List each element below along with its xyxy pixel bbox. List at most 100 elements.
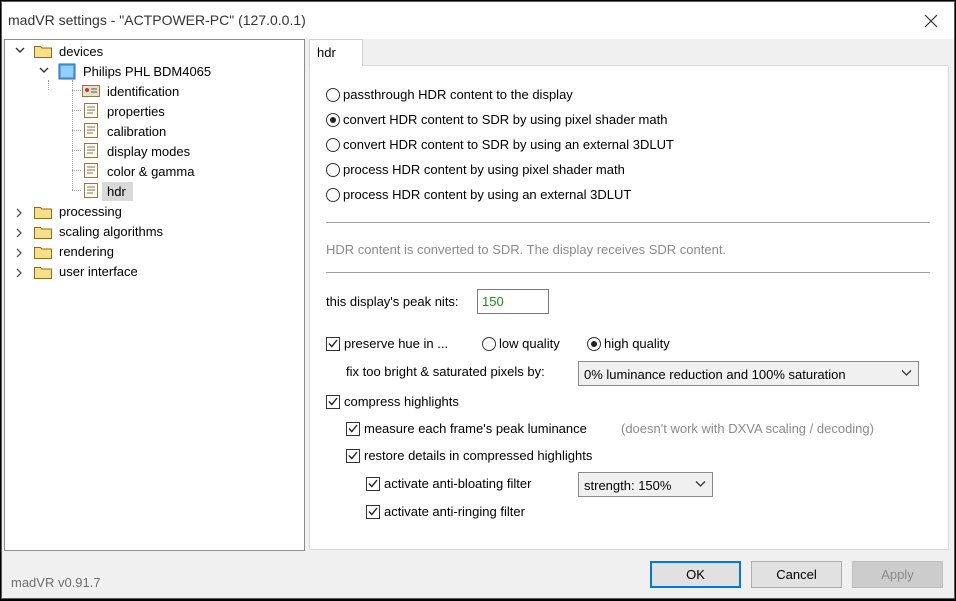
restore-details-label: restore details in compressed highlights [364, 448, 593, 463]
anti-bloating-check[interactable] [366, 476, 380, 491]
folder-icon [34, 46, 52, 58]
separator [326, 222, 930, 223]
preserve-hue-check[interactable] [326, 336, 340, 351]
document-icon [84, 163, 98, 178]
radio-high-quality-indicator[interactable] [587, 336, 601, 351]
radio-convert-shader-indicator[interactable] [326, 112, 340, 127]
anti-bloating-label: activate anti-bloating filter [384, 476, 532, 491]
close-button[interactable] [908, 2, 954, 39]
radio-process-shader[interactable]: process HDR content by using pixel shade… [326, 162, 625, 177]
fix-bright-label: fix too bright & saturated pixels by: [346, 364, 545, 379]
anti-ringing-check[interactable] [366, 504, 380, 519]
checkmark-icon [328, 397, 338, 406]
radio-passthrough-label: passthrough HDR content to the display [343, 87, 573, 102]
tree-item-calibration[interactable]: calibration [104, 122, 169, 141]
compress-highlights-checkbox[interactable]: compress highlights [326, 394, 459, 409]
fix-bright-value: 0% luminance reduction and 100% saturati… [584, 367, 846, 382]
rendering-expander[interactable] [14, 247, 25, 258]
tree-item-rendering[interactable]: rendering [56, 242, 117, 261]
version-label: madVR v0.91.7 [11, 575, 101, 590]
display-expander[interactable] [38, 65, 49, 76]
cancel-button[interactable]: Cancel [751, 561, 842, 588]
anti-ringing-label: activate anti-ringing filter [384, 504, 525, 519]
tab-hdr[interactable]: hdr [309, 39, 363, 66]
ok-button[interactable]: OK [650, 561, 741, 588]
chevron-down-icon [695, 481, 706, 487]
document-icon [84, 123, 98, 138]
checkmark-icon [328, 339, 338, 348]
measure-peak-check[interactable] [346, 421, 360, 436]
measure-peak-label: measure each frame's peak luminance [364, 421, 587, 436]
strength-dropdown[interactable]: strength: 150% [578, 472, 713, 497]
chevron-down-icon [901, 370, 912, 376]
restore-details-checkbox[interactable]: restore details in compressed highlights [346, 448, 592, 463]
radio-passthrough-indicator[interactable] [326, 87, 340, 102]
tree-item-hdr[interactable]: hdr [102, 182, 133, 201]
radio-process-shader-indicator[interactable] [326, 162, 340, 177]
radio-process-3dlut[interactable]: process HDR content by using an external… [326, 187, 631, 202]
tree-item-scaling-algorithms[interactable]: scaling algorithms [56, 222, 166, 241]
tree-item-display[interactable]: Philips PHL BDM4065 [80, 62, 214, 81]
radio-convert-shader-label: convert HDR content to SDR by using pixe… [343, 112, 668, 127]
checkmark-icon [368, 507, 378, 516]
settings-tree: devices Philips PHL BDM4065 identificati… [4, 39, 305, 551]
tree-item-devices[interactable]: devices [56, 42, 106, 61]
window-title: madVR settings - "ACTPOWER-PC" (127.0.0.… [8, 12, 306, 28]
peak-nits-label: this display's peak nits: [326, 294, 459, 309]
chevron-right-icon [16, 228, 22, 237]
radio-passthrough[interactable]: passthrough HDR content to the display [326, 87, 573, 102]
checkmark-icon [348, 451, 358, 460]
radio-convert-3dlut-label: convert HDR content to SDR by using an e… [343, 137, 674, 152]
radio-convert-3dlut-indicator[interactable] [326, 137, 340, 152]
radio-convert-3dlut[interactable]: convert HDR content to SDR by using an e… [326, 137, 674, 152]
radio-process-3dlut-label: process HDR content by using an external… [343, 187, 632, 202]
compress-highlights-label: compress highlights [344, 394, 459, 409]
processing-expander[interactable] [14, 207, 25, 218]
document-icon [84, 183, 98, 198]
radio-low-quality-label: low quality [499, 336, 560, 351]
tree-item-processing[interactable]: processing [56, 202, 125, 221]
fix-bright-dropdown[interactable]: 0% luminance reduction and 100% saturati… [578, 361, 919, 386]
anti-bloating-checkbox[interactable]: activate anti-bloating filter [366, 476, 531, 491]
compress-highlights-check[interactable] [326, 394, 340, 409]
chevron-right-icon [16, 248, 22, 257]
radio-process-3dlut-indicator[interactable] [326, 187, 340, 202]
title-bar: madVR settings - "ACTPOWER-PC" (127.0.0.… [2, 2, 954, 39]
chevron-down-icon [15, 47, 24, 53]
radio-low-quality[interactable]: low quality [482, 336, 560, 351]
measure-peak-note: (doesn't work with DXVA scaling / decodi… [621, 421, 874, 436]
strength-value: strength: 150% [584, 478, 672, 493]
peak-nits-input[interactable]: 150 [477, 289, 549, 314]
radio-process-shader-label: process HDR content by using pixel shade… [343, 162, 625, 177]
folder-icon [34, 267, 52, 279]
identification-icon [82, 85, 100, 97]
monitor-icon [58, 63, 76, 80]
preserve-hue-label: preserve hue in ... [344, 336, 449, 351]
folder-icon [34, 227, 52, 239]
settings-window: madVR settings - "ACTPOWER-PC" (127.0.0.… [1, 1, 955, 599]
tree-item-properties[interactable]: properties [104, 102, 168, 121]
radio-high-quality[interactable]: high quality [587, 336, 670, 351]
scaling-expander[interactable] [14, 227, 25, 238]
hdr-mode-description: HDR content is converted to SDR. The dis… [326, 242, 727, 257]
radio-convert-shader[interactable]: convert HDR content to SDR by using pixe… [326, 112, 667, 127]
folder-icon [34, 247, 52, 259]
anti-ringing-checkbox[interactable]: activate anti-ringing filter [366, 504, 525, 519]
preserve-hue-checkbox[interactable]: preserve hue in ... [326, 336, 448, 351]
tree-item-display-modes[interactable]: display modes [104, 142, 193, 161]
checkmark-icon [348, 424, 358, 433]
folder-icon [34, 207, 52, 219]
separator [326, 272, 930, 273]
user-interface-expander[interactable] [14, 267, 25, 278]
measure-peak-checkbox[interactable]: measure each frame's peak luminance [346, 421, 587, 436]
close-icon [924, 14, 938, 27]
tree-item-user-interface[interactable]: user interface [56, 262, 141, 281]
document-icon [84, 103, 98, 118]
devices-expander[interactable] [14, 45, 25, 56]
tree-item-color-gamma[interactable]: color & gamma [104, 162, 197, 181]
apply-button[interactable]: Apply [852, 561, 943, 588]
radio-low-quality-indicator[interactable] [482, 336, 496, 351]
chevron-right-icon [16, 268, 22, 277]
restore-details-check[interactable] [346, 448, 360, 463]
tree-item-identification[interactable]: identification [104, 82, 182, 101]
